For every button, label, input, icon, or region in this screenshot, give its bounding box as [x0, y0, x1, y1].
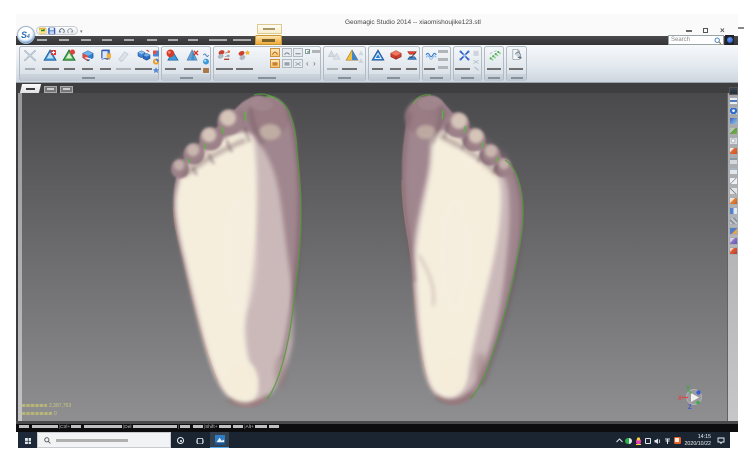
svg-text:X: X [678, 396, 682, 402]
svg-text:Z: Z [688, 405, 692, 411]
svg-text:Y: Y [686, 386, 690, 392]
